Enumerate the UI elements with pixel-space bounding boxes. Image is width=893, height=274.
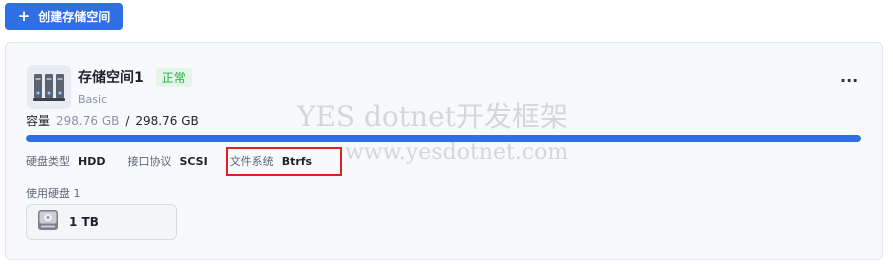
disk-size: 1 TB xyxy=(69,215,99,229)
disk-card[interactable]: 1 TB xyxy=(26,204,177,240)
property-key: 硬盘类型 xyxy=(26,155,70,168)
capacity-total: 298.76 GB xyxy=(135,114,199,128)
nas-storage-icon xyxy=(27,65,71,109)
hard-disk-icon xyxy=(37,209,59,235)
storage-page: + 创建存储空间 存储空间1 正常 Basic ··· 容量 298.76 GB… xyxy=(0,0,893,274)
status-badge: 正常 xyxy=(155,67,192,87)
watermark-url: www.yesdotnet.com xyxy=(345,140,569,165)
property-interface-protocol: 接口协议 SCSI xyxy=(127,153,207,169)
storage-space-title-row: 存储空间1 正常 xyxy=(78,67,192,87)
property-value: SCSI xyxy=(179,154,208,168)
property-disk-type: 硬盘类型 HDD xyxy=(26,153,105,169)
create-storage-space-button[interactable]: + 创建存储空间 xyxy=(5,3,123,30)
create-storage-space-label: 创建存储空间 xyxy=(38,10,111,24)
capacity-row: 容量 298.76 GB / 298.76 GB xyxy=(26,112,199,129)
watermark-title: YES dotnet开发框架 xyxy=(297,100,568,133)
capacity-separator: / xyxy=(125,114,130,128)
file-system-highlight-box xyxy=(226,147,342,176)
property-value: HDD xyxy=(78,154,106,168)
property-key: 接口协议 xyxy=(127,155,172,168)
storage-space-type: Basic xyxy=(78,93,108,106)
more-options-icon[interactable]: ··· xyxy=(840,73,858,89)
plus-icon: + xyxy=(17,7,31,25)
used-disks-label: 使用硬盘 1 xyxy=(26,187,81,200)
capacity-label: 容量 xyxy=(26,114,51,128)
storage-space-name: 存储空间1 xyxy=(78,70,144,86)
capacity-used: 298.76 GB xyxy=(56,114,120,128)
